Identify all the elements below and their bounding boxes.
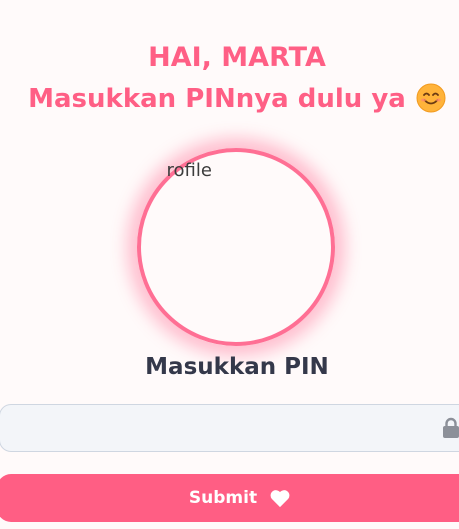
submit-button[interactable]: Submit [0, 474, 459, 522]
greeting-message-text: Masukkan PINnya dulu ya [28, 84, 406, 114]
submit-button-content: Submit [189, 488, 291, 508]
heart-icon [270, 490, 290, 508]
smiling-face-icon [416, 83, 446, 113]
greeting-message: Masukkan PINnya dulu ya [0, 81, 459, 117]
lock-icon [443, 417, 459, 438]
profile-image-alt-text: Profile [168, 160, 212, 181]
profile-avatar [137, 148, 335, 346]
submit-label: Submit [188, 488, 258, 508]
greeting-name: HAI, MARTA [148, 42, 326, 73]
pin-heading: Masukkan PIN [145, 354, 329, 380]
pin-input[interactable] [14, 405, 428, 453]
pin-field [0, 404, 459, 453]
